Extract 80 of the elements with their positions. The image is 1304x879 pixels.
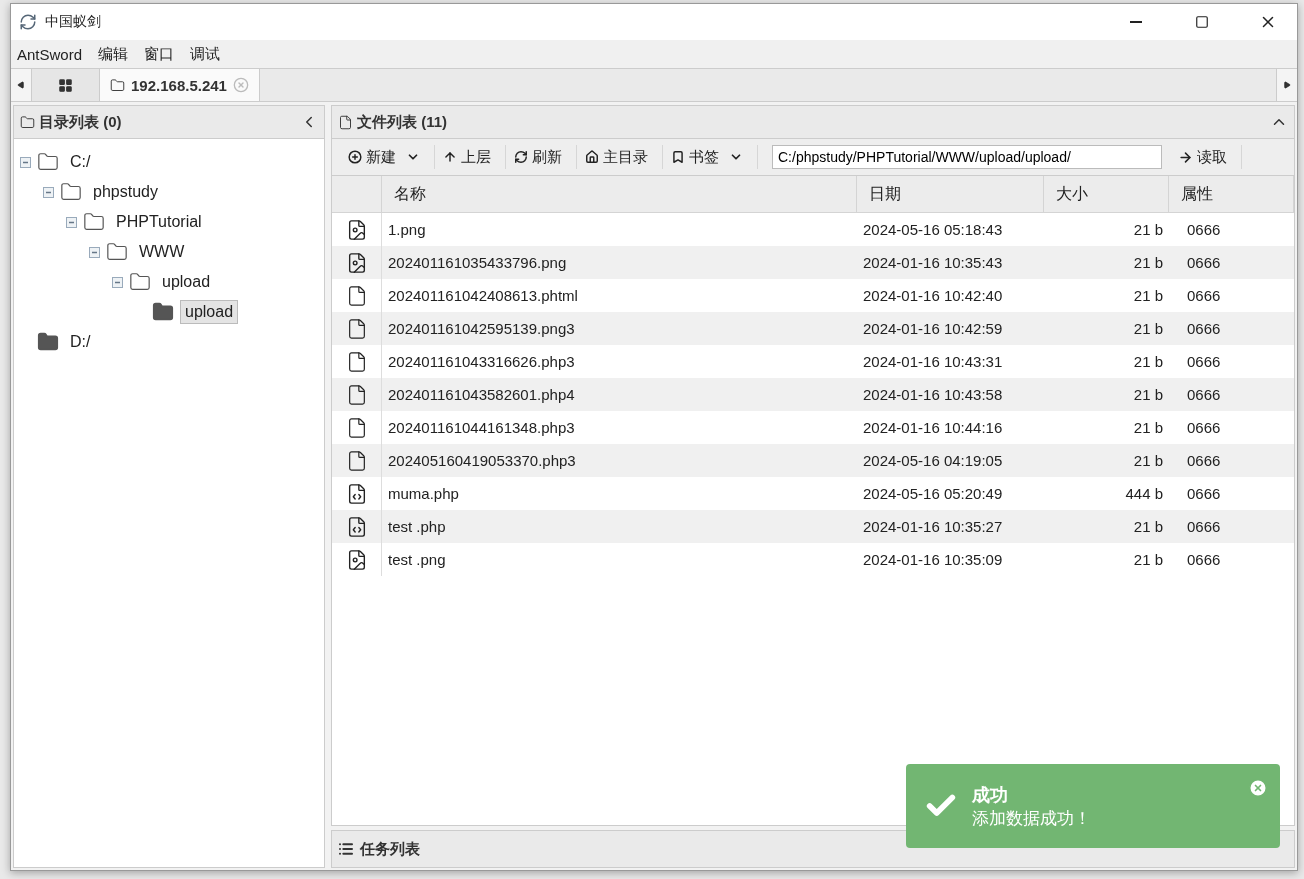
scroll-right-button[interactable] <box>1276 69 1297 101</box>
table-cell: 202401161043582601.php4 <box>382 378 857 411</box>
read-button[interactable]: 读取 <box>1170 145 1242 169</box>
folder-icon <box>20 114 35 130</box>
menu-item[interactable]: 编辑 <box>98 44 129 64</box>
menu-item[interactable]: AntSword <box>17 45 83 63</box>
table-cell: 202401161042595139.png3 <box>382 312 857 345</box>
list-icon <box>338 841 354 857</box>
arrow-up-icon <box>443 150 457 164</box>
table-cell: 202405160419053370.php3 <box>382 444 857 477</box>
app-logo-icon <box>19 13 37 31</box>
window-title: 中国蚁剑 <box>45 13 102 31</box>
maximize-icon <box>1195 15 1209 29</box>
folder-icon <box>37 151 59 173</box>
column-header[interactable]: 名称 <box>382 176 857 213</box>
table-cell: 0666 <box>1169 246 1294 279</box>
arrow-right-icon <box>1178 149 1193 165</box>
table-cell: 2024-01-16 10:42:59 <box>857 312 1044 345</box>
tree-item[interactable]: phpstudy <box>88 180 163 204</box>
column-header[interactable]: 日期 <box>857 176 1044 213</box>
folder-icon <box>60 181 82 203</box>
table-cell: 0666 <box>1169 378 1294 411</box>
table-cell: 202401161035433796.png <box>382 246 857 279</box>
toolbar-button[interactable]: 上层 <box>435 145 506 169</box>
home-icon <box>585 150 599 164</box>
toolbar-button[interactable]: 刷新 <box>506 145 577 169</box>
column-header[interactable]: 大小 <box>1044 176 1169 213</box>
menu-item[interactable]: 窗口 <box>144 44 175 64</box>
folder-icon <box>106 241 128 263</box>
table-cell: 0666 <box>1169 312 1294 345</box>
grid-icon <box>58 77 73 93</box>
home-tab[interactable] <box>32 69 100 101</box>
toolbar-button[interactable]: 书签 <box>663 145 758 169</box>
panel-title: 目录列表 (0) <box>39 112 123 132</box>
table-cell: 0666 <box>1169 444 1294 477</box>
toast-message: 添加数据成功！ <box>972 806 1091 830</box>
minimize-icon <box>1130 21 1142 23</box>
collapse-toggle[interactable] <box>112 276 123 288</box>
toast-title: 成功 <box>972 782 1009 807</box>
table-cell: 21 b <box>1044 312 1169 345</box>
refresh-icon <box>514 150 528 164</box>
table-cell: 2024-01-16 10:43:58 <box>857 378 1044 411</box>
folder-icon <box>83 211 105 233</box>
toolbar-button[interactable]: 新建 <box>340 145 435 169</box>
collapse-toggle[interactable] <box>43 186 54 198</box>
folder-icon <box>129 271 151 293</box>
close-button[interactable] <box>1248 778 1268 798</box>
table-cell: test .php <box>382 510 857 543</box>
tab[interactable]: 192.168.5.241 <box>100 69 260 101</box>
tree-item[interactable]: WWW <box>134 240 190 264</box>
tree-item[interactable]: D:/ <box>65 330 96 354</box>
table-cell: 21 b <box>1044 246 1169 279</box>
path-field[interactable]: C:/phpstudy/PHPTutorial/WWW/upload/upload/ <box>772 145 1162 169</box>
panel-title: 任务列表 <box>360 839 420 859</box>
collapse-toggle[interactable] <box>66 216 77 228</box>
panel-title: 文件列表 (11) <box>357 112 448 132</box>
triangle-left-icon <box>17 81 25 89</box>
tree-item[interactable]: C:/ <box>65 150 96 174</box>
column-header[interactable]: 属性 <box>1169 176 1294 213</box>
collapse-toggle[interactable] <box>89 246 100 258</box>
table-cell: 0666 <box>1169 510 1294 543</box>
table-cell: 21 b <box>1044 444 1169 477</box>
tree-item[interactable]: upload <box>180 300 239 324</box>
triangle-right-icon <box>1283 81 1291 89</box>
tree-item[interactable]: upload <box>157 270 216 294</box>
folder-icon <box>110 77 125 93</box>
table-cell: 2024-05-16 04:19:05 <box>857 444 1044 477</box>
tree-item[interactable]: PHPTutorial <box>111 210 207 234</box>
table-cell: 2024-01-16 10:35:27 <box>857 510 1044 543</box>
table-cell: 21 b <box>1044 510 1169 543</box>
bookmark-icon <box>671 150 685 164</box>
collapse-toggle[interactable] <box>20 156 31 168</box>
toolbar-button[interactable]: 主目录 <box>577 145 663 169</box>
close-icon <box>1248 778 1268 798</box>
table-cell: 21 b <box>1044 378 1169 411</box>
menu-item[interactable]: 调试 <box>190 44 221 64</box>
table-cell: 2024-01-16 10:35:43 <box>857 246 1044 279</box>
plus-icon <box>348 150 362 164</box>
file-icon <box>338 114 353 130</box>
scroll-left-button[interactable] <box>11 69 32 101</box>
